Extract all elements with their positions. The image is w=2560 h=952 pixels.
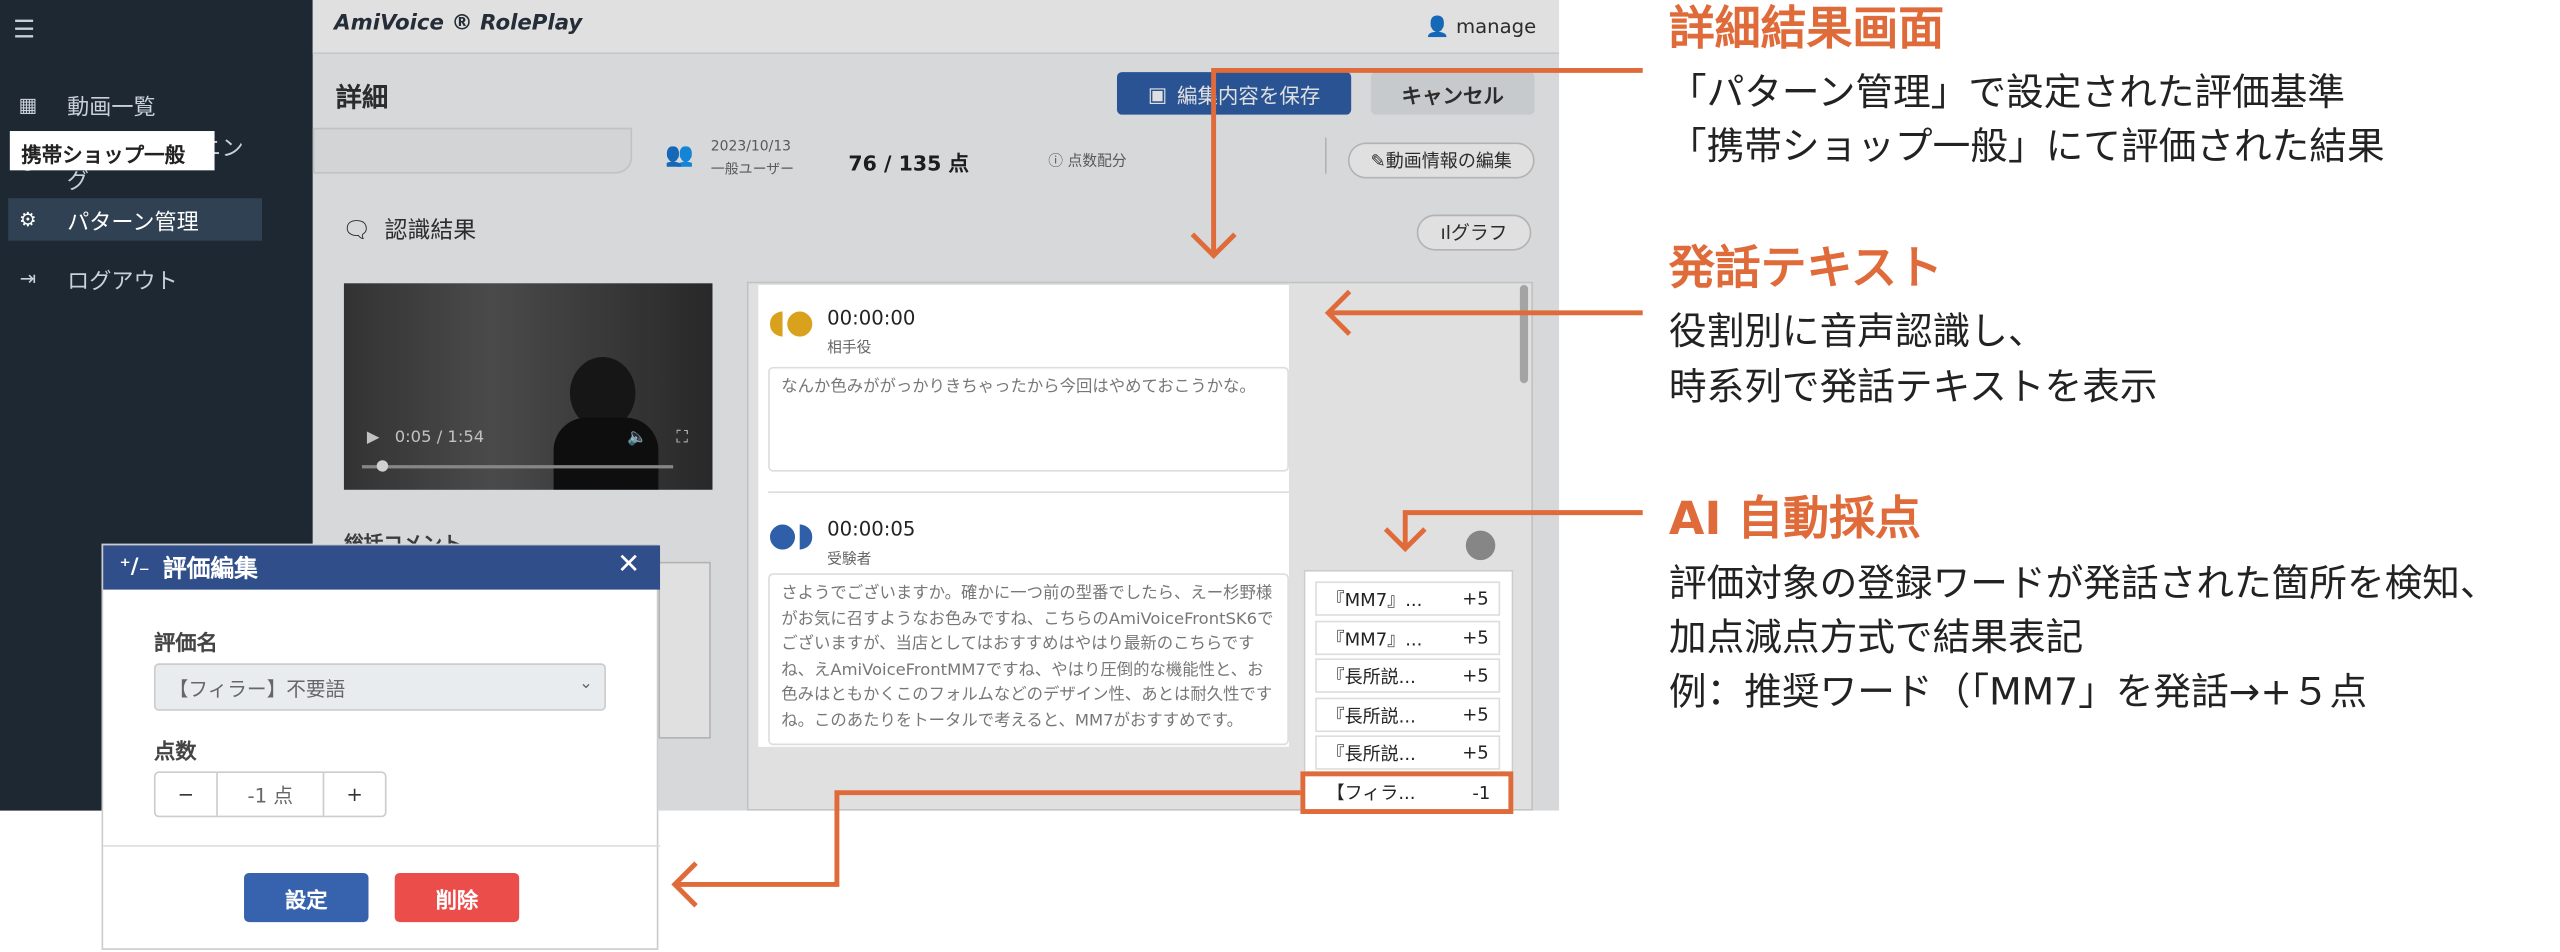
annotation-line: 評価対象の登録ワードが発話された箇所を検知、 (1668, 563, 2498, 606)
annotation-heading: AI 自動採点 (1668, 491, 1921, 546)
arrow-detail (1211, 67, 1643, 256)
annotation-line: 時系列で発話テキストを表示 (1668, 366, 2158, 410)
annotation-line: 「携帯ショップ一般」にて評価された結果 (1668, 126, 2385, 169)
annotation-heading: 発話テキスト (1668, 240, 1943, 295)
arrow-modal (674, 790, 1301, 887)
annotation-line: 加点減点方式で結果表記 (1668, 617, 2084, 661)
annotation-line: 「パターン管理」で設定された評価基準 (1668, 72, 2346, 115)
annotation-line: 例：推奨ワード（「MM7」を発話→+５点 (1668, 671, 2368, 715)
arrow-ai (1402, 510, 1643, 549)
annotation-heading: 詳細結果画面 (1668, 1, 1945, 56)
annotation-line: 役割別に音声認識し、 (1668, 311, 2046, 354)
pattern-name: 携帯ショップ一般 (9, 131, 215, 171)
